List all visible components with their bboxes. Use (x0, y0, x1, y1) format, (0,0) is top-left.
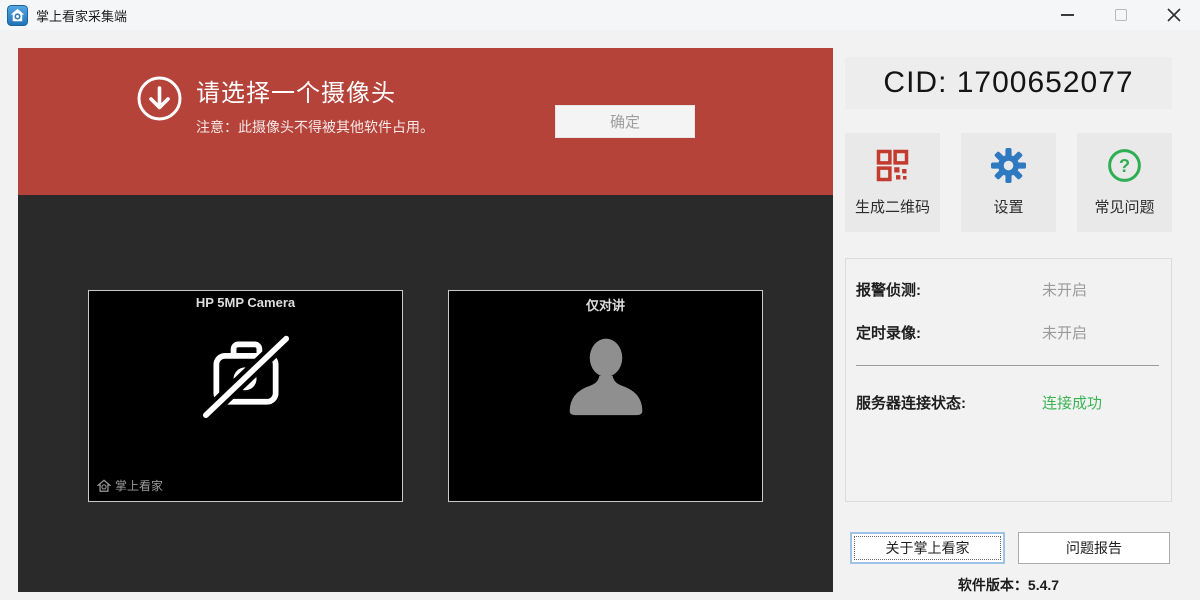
main-panel: 请选择一个摄像头 注意：此摄像头不得被其他软件占用。 确定 HP 5MP Cam… (18, 48, 833, 592)
scheduled-record-label: 定时录像: (856, 322, 1042, 343)
qr-code-icon (875, 148, 910, 183)
generate-qr-button[interactable]: 生成二维码 (845, 133, 940, 232)
server-status-value: 连接成功 (1042, 392, 1102, 413)
camera-name: HP 5MP Camera (89, 295, 402, 310)
version-text: 软件版本：5.4.7 (845, 575, 1172, 595)
status-row-record: 定时录像: 未开启 (856, 322, 1159, 343)
maximize-button[interactable] (1094, 0, 1147, 30)
person-icon (449, 331, 762, 417)
status-row-alarm: 报警侦测: 未开启 (856, 279, 1159, 300)
camera-tile-intercom[interactable]: 仅对讲 (448, 290, 763, 502)
minimize-icon (1061, 14, 1074, 16)
scheduled-record-value: 未开启 (1042, 322, 1087, 343)
action-label: 生成二维码 (855, 196, 930, 217)
server-status-label: 服务器连接状态: (856, 392, 1042, 413)
sidebar: CID: 1700652077 生成二维码 (845, 48, 1172, 592)
status-row-server: 服务器连接状态: 连接成功 (856, 392, 1159, 413)
minimize-button[interactable] (1041, 0, 1094, 30)
settings-button[interactable]: 设置 (961, 133, 1056, 232)
version-value: 5.4.7 (1028, 577, 1059, 593)
down-arrow-icon (136, 75, 183, 122)
action-label: 设置 (993, 196, 1023, 217)
title-bar: 掌上看家采集端 (0, 0, 1200, 30)
confirm-button[interactable]: 确定 (555, 105, 695, 138)
window-controls (1041, 0, 1200, 30)
version-label: 软件版本： (958, 577, 1028, 593)
status-divider (856, 365, 1159, 366)
action-buttons: 生成二维码 设置 (845, 133, 1172, 232)
faq-button[interactable]: ? 常见问题 (1077, 133, 1172, 232)
camera-stage: HP 5MP Camera 掌上看家 仅对讲 (18, 195, 833, 592)
app-window: { "window": { "title": "掌上看家采集端" }, "ban… (0, 0, 1200, 600)
report-button[interactable]: 问题报告 (1018, 532, 1170, 564)
close-button[interactable] (1147, 0, 1200, 30)
camera-name: 仅对讲 (449, 295, 762, 314)
alarm-detect-label: 报警侦测: (856, 279, 1042, 300)
banner-text: 请选择一个摄像头 注意：此摄像头不得被其他软件占用。 (196, 73, 434, 137)
maximize-icon (1115, 9, 1127, 21)
cid-display: CID: 1700652077 (845, 57, 1172, 109)
about-button[interactable]: 关于掌上看家 (850, 532, 1005, 564)
window-title: 掌上看家采集端 (36, 6, 127, 25)
alarm-detect-value: 未开启 (1042, 279, 1087, 300)
svg-text:?: ? (1119, 155, 1130, 176)
banner-note: 注意：此摄像头不得被其他软件占用。 (196, 117, 434, 137)
house-icon (97, 479, 111, 493)
question-icon: ? (1107, 148, 1142, 183)
close-icon (1167, 8, 1181, 22)
banner-heading: 请选择一个摄像头 (196, 73, 434, 108)
camera-tile-hp[interactable]: HP 5MP Camera 掌上看家 (88, 290, 403, 502)
watermark-label: 掌上看家 (115, 477, 163, 494)
camera-off-icon (89, 331, 402, 419)
watermark: 掌上看家 (97, 477, 163, 494)
status-panel: 报警侦测: 未开启 定时录像: 未开启 服务器连接状态: 连接成功 (845, 258, 1172, 502)
app-logo-icon (7, 5, 28, 26)
action-label: 常见问题 (1094, 196, 1154, 217)
select-camera-banner: 请选择一个摄像头 注意：此摄像头不得被其他软件占用。 确定 (18, 48, 833, 195)
gear-icon (991, 148, 1026, 183)
